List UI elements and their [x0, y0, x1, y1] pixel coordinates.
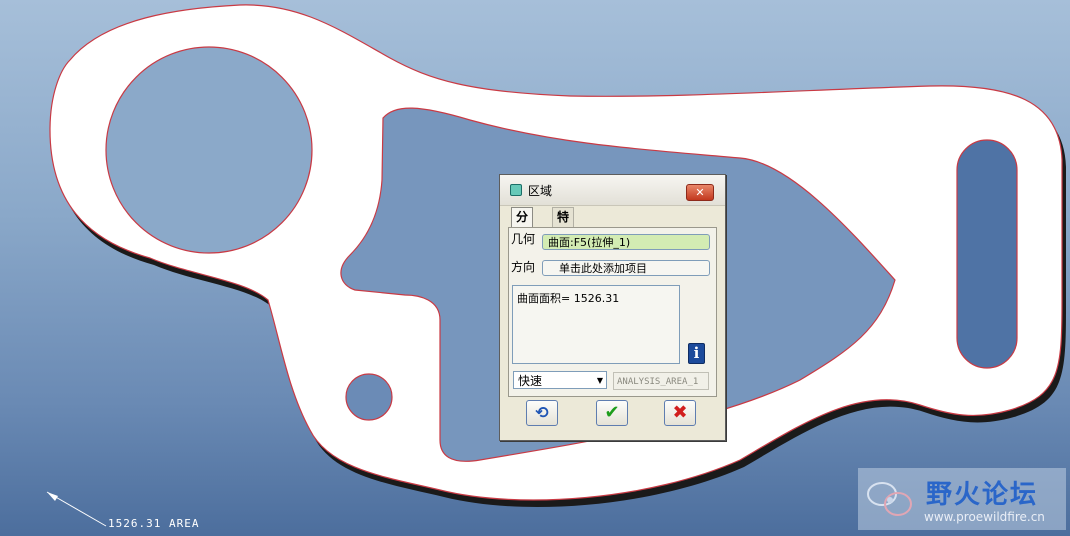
slot-hole: [956, 139, 1018, 369]
geometry-collector[interactable]: 曲面:F5(拉伸_1): [542, 234, 710, 250]
info-icon[interactable]: i: [688, 343, 705, 364]
dialog-titlebar[interactable]: 区域 ✕: [500, 175, 725, 206]
dialog-title: 区域: [528, 184, 553, 198]
close-icon: ✕: [695, 186, 705, 199]
geometry-label: 几何: [511, 232, 536, 246]
repeat-icon: ⟲: [535, 403, 549, 422]
small-hole: [345, 373, 393, 421]
x-icon: ✖: [672, 402, 688, 423]
forum-url: www.proewildfire.cn: [924, 510, 1045, 524]
direction-label: 方向: [511, 260, 536, 274]
result-textarea[interactable]: 曲面面积= 1526.31: [512, 285, 680, 364]
chevron-down-icon: ▼: [596, 376, 603, 385]
area-annotation: 1526.31 AREA: [108, 517, 200, 530]
close-button[interactable]: ✕: [686, 184, 714, 201]
repeat-button[interactable]: ⟲: [526, 400, 558, 426]
analysis-panel: 几何 曲面:F5(拉伸_1) 方向 单击此处添加项目 曲面面积= 1526.31…: [508, 227, 717, 397]
mode-dropdown[interactable]: 快速 ▼: [513, 371, 607, 389]
forum-watermark: 野火论坛 www.proewildfire.cn: [858, 468, 1066, 530]
forum-name: 野火论坛: [926, 480, 1039, 510]
analysis-name-field[interactable]: ANALYSIS_AREA_1: [613, 372, 709, 390]
butterfly-logo: [867, 482, 912, 516]
tab-analysis[interactable]: 分析: [511, 207, 534, 243]
direction-collector[interactable]: 单击此处添加项目: [542, 260, 710, 276]
cancel-button[interactable]: ✖: [664, 400, 696, 426]
mode-value: 快速: [518, 374, 543, 388]
area-dialog: 区域 ✕ 分析 特征 几何 曲面:F5(拉伸_1) 方向 单击此处添加项目 曲面…: [499, 174, 726, 441]
leader-arrow: [47, 492, 58, 501]
large-hole: [105, 46, 313, 254]
checkmark-icon: ✔: [604, 402, 620, 423]
window-icon: [510, 184, 522, 196]
ok-button[interactable]: ✔: [596, 400, 628, 426]
tab-feature[interactable]: 特征: [552, 207, 575, 243]
